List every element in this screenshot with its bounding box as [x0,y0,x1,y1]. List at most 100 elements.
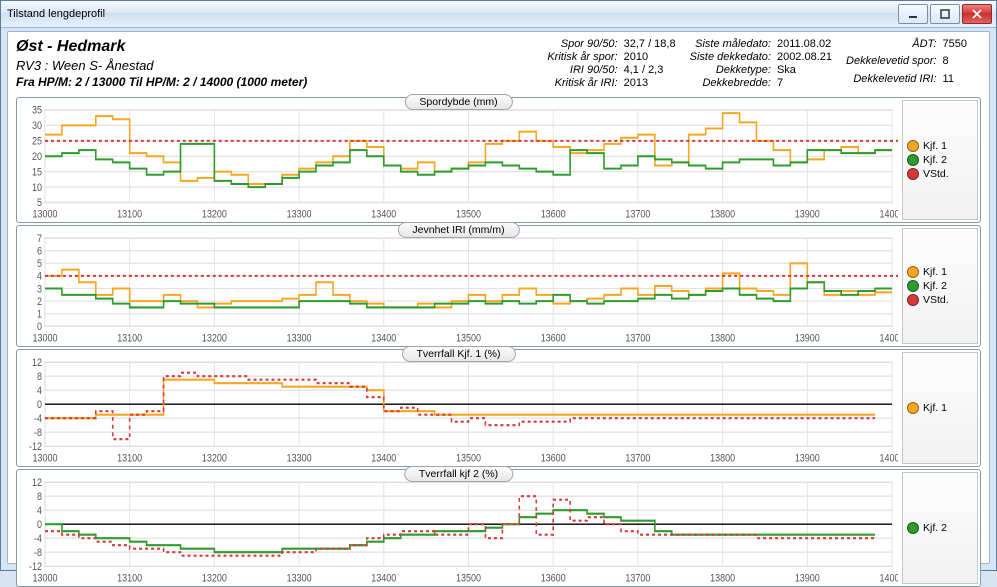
svg-text:15: 15 [32,167,42,179]
legend-swatch [907,402,919,414]
header-value: 2002.08.21 [777,51,832,63]
svg-text:13900: 13900 [795,333,820,344]
chart-legend: Kjf. 1 Kjf. 2 VStd. [902,228,978,344]
header-label: Kritisk år IRI: [547,77,617,89]
header-value: Ska [777,64,832,76]
svg-text:13200: 13200 [202,209,227,220]
header-label: IRI 90/50: [547,64,617,76]
header-value: 11 [943,73,967,89]
svg-text:-4: -4 [34,533,42,545]
svg-text:7: 7 [37,233,42,245]
svg-text:14000: 14000 [880,209,898,220]
svg-text:13300: 13300 [287,209,312,220]
legend-label: VStd. [923,294,949,306]
legend-item: Kjf. 1 [907,402,973,414]
header-label: ÅDT: [846,38,937,54]
svg-text:13900: 13900 [795,453,820,464]
legend-swatch [907,522,919,534]
header-label: Siste dekkedato: [690,51,771,63]
svg-text:14000: 14000 [880,333,898,344]
header-label: Dekkelevetid IRI: [846,73,937,89]
chart-panel-tverrfall2: Tverrfall kjf 2 (%)130001310013200133001… [16,469,981,587]
svg-text:0: 0 [37,519,42,531]
svg-text:13500: 13500 [456,573,481,584]
svg-text:13800: 13800 [710,209,735,220]
legend-swatch [907,154,919,166]
svg-text:25: 25 [32,136,42,148]
titlebar[interactable]: Tilstand lengdeprofil [1,1,996,28]
svg-text:13600: 13600 [541,573,566,584]
legend-swatch [907,266,919,278]
chart-legend: Kjf. 1Kjf. 2VStd. [902,100,978,220]
svg-text:13400: 13400 [371,453,396,464]
svg-text:13400: 13400 [371,333,396,344]
legend-label: Kjf. 2 [923,280,947,292]
header-value: 2011.08.02 [777,38,832,50]
svg-text:12: 12 [32,477,42,489]
header-value: 7 [777,77,832,89]
svg-text:5: 5 [37,258,42,270]
svg-text:13900: 13900 [795,209,820,220]
svg-text:13800: 13800 [710,333,735,344]
legend-label: Kjf. 1 [923,402,947,414]
minimize-button[interactable] [898,4,928,24]
svg-text:4: 4 [37,505,42,517]
header-block: Spor 90/50:32,7 / 18,8Kritisk år spor:20… [547,38,675,89]
svg-text:14000: 14000 [880,573,898,584]
svg-text:13000: 13000 [32,573,57,584]
region-title: Øst - Hedmark [16,38,316,56]
chart-legend: Kjf. 1 [902,352,978,464]
chart-title: Tverrfall kjf 2 (%) [404,466,513,482]
svg-text:13000: 13000 [32,209,57,220]
svg-text:8: 8 [37,491,42,503]
chart-title: Jevnhet IRI (mm/m) [397,222,519,238]
header-label: Siste måledato: [690,38,771,50]
svg-text:13100: 13100 [117,453,142,464]
header-value: 4,1 / 2,3 [624,64,676,76]
svg-text:13500: 13500 [456,209,481,220]
svg-text:13700: 13700 [625,333,650,344]
svg-text:13200: 13200 [202,333,227,344]
svg-text:1: 1 [37,309,42,321]
header-left: Øst - Hedmark RV3 : Ween S- Ånestad Fra … [16,38,316,89]
chart-title: Tverrfall Kjf. 1 (%) [401,346,515,362]
chart-panel-jevnhet: Jevnhet IRI (mm/m)1300013100132001330013… [16,225,981,347]
svg-text:35: 35 [32,105,42,117]
hp-range: Fra HP/M: 2 / 13000 Til HP/M: 2 / 14000 … [16,75,316,89]
header-block: Siste måledato: 2011.08.02 Siste dekkedato… [690,38,832,89]
header-label: Dekkelevetid spor: [846,55,937,71]
svg-text:-12: -12 [29,561,42,573]
svg-text:13000: 13000 [32,333,57,344]
svg-text:-12: -12 [29,441,42,453]
content-pane: Øst - Hedmark RV3 : Ween S- Ånestad Fra … [7,31,990,564]
legend-label: Kjf. 1 [923,140,947,152]
legend-item: Kjf. 2 [907,522,973,534]
close-button[interactable] [962,4,992,24]
svg-text:12: 12 [32,357,42,369]
svg-text:13700: 13700 [625,209,650,220]
header-value: 8 [943,55,967,71]
svg-text:13000: 13000 [32,453,57,464]
header: Øst - Hedmark RV3 : Ween S- Ånestad Fra … [16,38,981,89]
window-buttons [898,4,992,24]
svg-text:14000: 14000 [880,453,898,464]
header-value: 7550 [943,38,967,54]
svg-text:5: 5 [37,197,42,209]
maximize-button[interactable] [930,4,960,24]
road-title: RV3 : Ween S- Ånestad [16,58,316,73]
svg-text:4: 4 [37,271,42,283]
svg-text:13500: 13500 [456,333,481,344]
legend-label: Kjf. 1 [923,266,947,278]
svg-text:13400: 13400 [371,209,396,220]
chart-panel-tverrfall1: Tverrfall Kjf. 1 (%)13000131001320013300… [16,349,981,467]
svg-text:13500: 13500 [456,453,481,464]
svg-text:3: 3 [37,283,42,295]
legend-swatch [907,294,919,306]
svg-text:-4: -4 [34,413,42,425]
svg-text:13700: 13700 [625,453,650,464]
legend-item: Kjf. 1 [907,266,973,278]
svg-text:6: 6 [37,246,42,258]
svg-text:8: 8 [37,371,42,383]
svg-text:13200: 13200 [202,573,227,584]
svg-text:13300: 13300 [287,573,312,584]
